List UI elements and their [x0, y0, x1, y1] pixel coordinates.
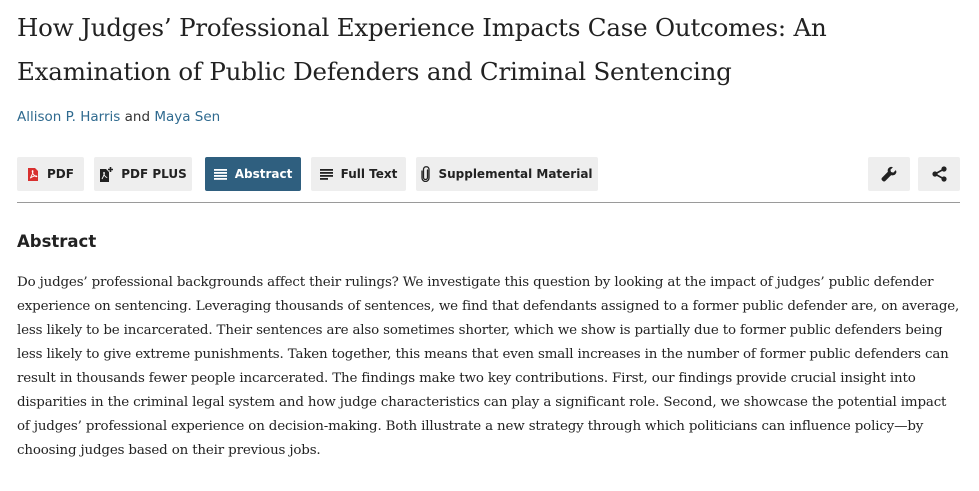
lines-icon [213, 168, 227, 180]
article-title: How Judges’ Professional Experience Impa… [17, 6, 917, 94]
author-link[interactable]: Maya Sen [154, 109, 220, 125]
section-divider [17, 202, 960, 203]
pdf-button[interactable]: PDF [17, 157, 84, 191]
tools-button[interactable] [868, 157, 910, 191]
text-lines-icon [319, 168, 333, 180]
wrench-icon [881, 166, 897, 182]
paperclip-icon [421, 166, 431, 182]
abstract-heading: Abstract [17, 232, 97, 251]
author-list: Allison P. Harris and Maya Sen [17, 109, 220, 125]
pdf-plus-icon [99, 166, 114, 182]
pdf-label: PDF [47, 167, 74, 181]
share-icon [931, 166, 947, 182]
article-title-line-2: Examination of Public Defenders and Crim… [17, 57, 732, 86]
tab-full-text-label: Full Text [340, 167, 398, 181]
tab-abstract-label: Abstract [234, 167, 293, 181]
share-button[interactable] [918, 157, 960, 191]
author-separator: and [124, 109, 151, 125]
author-link[interactable]: Allison P. Harris [17, 109, 120, 125]
article-page: How Judges’ Professional Experience Impa… [0, 0, 979, 491]
pdf-plus-label: PDF PLUS [121, 167, 187, 181]
supplemental-material-button[interactable]: Supplemental Material [416, 157, 598, 191]
article-toolbar: PDF PDF PLUS Abstract Full Text Suppleme… [17, 157, 960, 191]
supplemental-material-label: Supplemental Material [438, 167, 593, 181]
tab-abstract[interactable]: Abstract [205, 157, 301, 191]
pdf-icon [27, 167, 39, 181]
tab-full-text[interactable]: Full Text [311, 157, 406, 191]
article-title-line-1: How Judges’ Professional Experience Impa… [17, 13, 827, 42]
pdf-plus-button[interactable]: PDF PLUS [94, 157, 192, 191]
abstract-body: Do judges’ professional backgrounds affe… [17, 275, 960, 458]
